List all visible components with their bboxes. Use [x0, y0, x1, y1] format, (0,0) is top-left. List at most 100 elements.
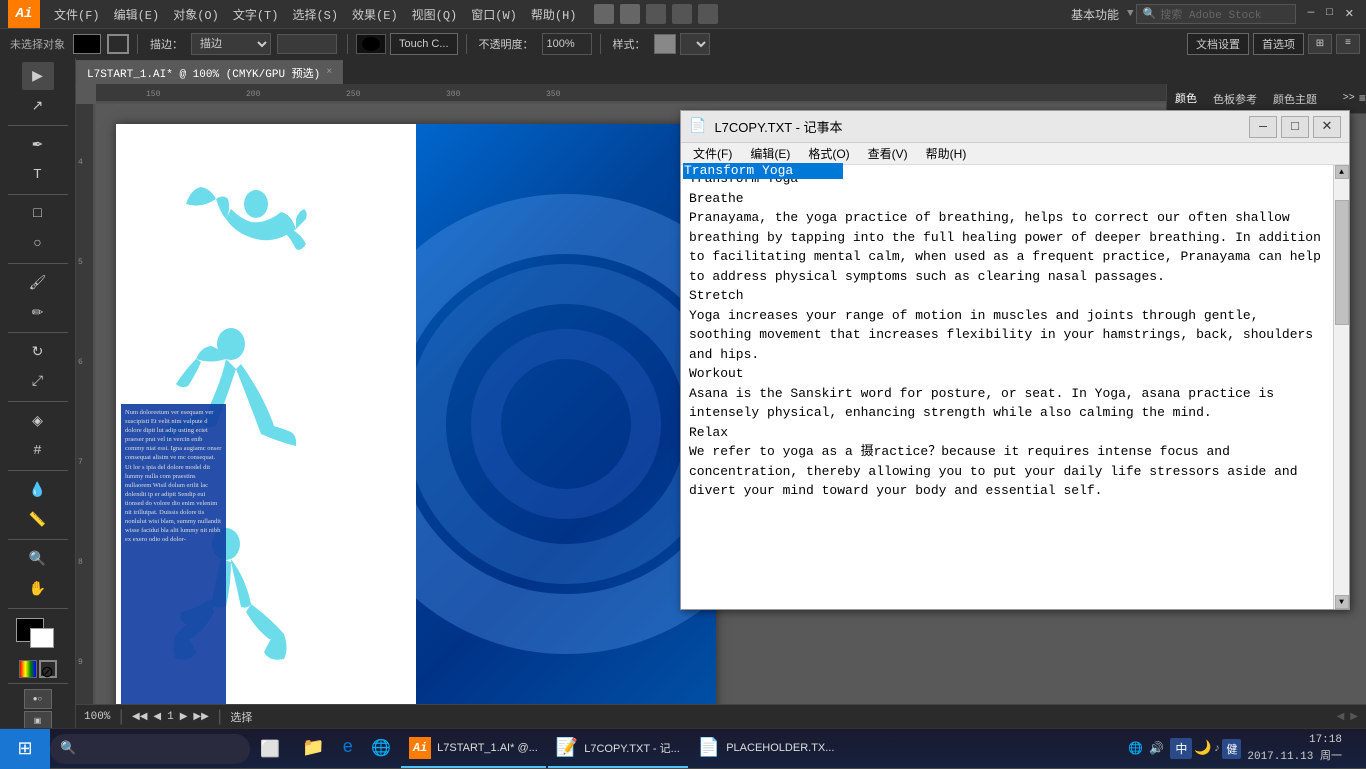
blend-tool[interactable]: ◈ [22, 407, 54, 435]
fill-stroke-toggle[interactable]: ●○ [24, 689, 52, 709]
task-view-btn[interactable]: ⬜ [250, 729, 290, 769]
search-icon: 🔍 [60, 741, 76, 756]
options-btn[interactable]: ≡ [1336, 34, 1360, 54]
opacity-input[interactable]: 100% [542, 33, 592, 55]
menu-file[interactable]: 文件(F) [48, 4, 106, 25]
taskbar-item-browser2[interactable]: 🌐 [363, 730, 399, 768]
close-app-btn[interactable]: ✕ [1341, 5, 1358, 23]
menu-object[interactable]: 对象(O) [167, 4, 225, 25]
menu-view[interactable]: 视图(Q) [406, 4, 464, 25]
taskbar-item-illustrator[interactable]: Ai L7START_1.AI* @... [401, 730, 546, 768]
type-tool[interactable]: T [22, 161, 54, 189]
zoom-tool[interactable]: 🔍 [22, 545, 54, 573]
search-bar[interactable]: 🔍 搜索 Adobe Stock [1136, 4, 1296, 24]
taskbar-search-box[interactable]: 🔍 [50, 734, 250, 764]
style-select[interactable] [680, 33, 710, 55]
illustrator-status-bar: 100% | ◀◀ ◀ 1 ▶ ▶▶ | 选择 ◀ ▶ [76, 704, 1366, 728]
doc-settings-btn[interactable]: 文档设置 [1187, 33, 1249, 55]
notepad-maximize-btn[interactable]: □ [1281, 116, 1309, 138]
clock-date: 2017.11.13 周一 [1247, 749, 1342, 766]
taskbar-item-notepad2[interactable]: 📄 PLACEHOLDER.TX... [690, 730, 843, 768]
mesh-tool[interactable]: # [22, 437, 54, 465]
stroke-preview [277, 34, 337, 54]
artboard-right [416, 124, 716, 738]
np-menu-edit[interactable]: 编辑(E) [742, 143, 798, 164]
notepad1-icon: 📝 [556, 737, 578, 759]
workspace-label[interactable]: 基本功能 [1065, 4, 1125, 25]
menu-select[interactable]: 选择(S) [286, 4, 344, 25]
notepad2-icon: 📄 [698, 737, 720, 759]
minimize-app-btn[interactable]: — [1304, 5, 1319, 23]
clock-display[interactable]: 17:18 2017.11.13 周一 [1247, 732, 1342, 765]
touch-button[interactable]: Touch C... [390, 33, 458, 55]
start-button[interactable]: ⊞ [0, 729, 50, 769]
select-tool[interactable]: ▶ [22, 62, 54, 90]
nav-next-btn[interactable]: ▶▶ [193, 711, 208, 723]
notepad-window-title: L7COPY.TXT - 记事本 [714, 117, 1241, 136]
pen-tool[interactable]: ✒ [22, 131, 54, 159]
paintbrush-tool[interactable]: 🖌 [22, 269, 54, 297]
network-icon[interactable]: 🌐 [1128, 741, 1143, 756]
scale-tool[interactable]: ⤢ [22, 368, 54, 396]
stroke-label: 描边： [146, 34, 187, 54]
menu-window[interactable]: 窗口(W) [465, 4, 523, 25]
doc-tab-main[interactable]: L7START_1.AI* @ 100% (CMYK/GPU 预选) × [76, 60, 343, 84]
ime-chinese-indicator[interactable]: 中 [1170, 738, 1192, 759]
none-btn[interactable]: ⊘ [39, 660, 57, 678]
tab-close-btn[interactable]: × [326, 67, 332, 78]
ellipse-tool[interactable]: ○ [22, 230, 54, 258]
panel-menu-icon[interactable]: ≡ [1359, 92, 1366, 106]
stroke-select[interactable]: 描边 [191, 33, 271, 55]
file-explorer-icon: 📁 [302, 737, 324, 759]
svg-text:9: 9 [78, 658, 83, 667]
color-tab[interactable]: 颜色 [1167, 86, 1205, 112]
taskbar-item-file-explorer[interactable]: 📁 [294, 730, 332, 768]
fill-swatch[interactable] [356, 34, 386, 54]
np-menu-help[interactable]: 帮助(H) [918, 143, 975, 164]
taskbar-item-notepad1[interactable]: 📝 L7COPY.TXT - 记... [548, 730, 688, 768]
measure-tool[interactable]: 📏 [22, 506, 54, 534]
nav-back-btn[interactable]: ◀ [153, 711, 161, 723]
notepad-close-btn[interactable]: ✕ [1313, 116, 1341, 138]
np-menu-view[interactable]: 查看(V) [860, 143, 916, 164]
volume-icon[interactable]: 🔊 [1149, 741, 1164, 756]
menu-edit[interactable]: 编辑(E) [108, 4, 166, 25]
svg-text:200: 200 [246, 90, 261, 99]
eyedropper-tool[interactable]: 💧 [22, 476, 54, 504]
arrange-btn[interactable]: ⊞ [1308, 34, 1332, 54]
np-menu-file[interactable]: 文件(F) [685, 143, 740, 164]
notepad2-label: PLACEHOLDER.TX... [726, 742, 834, 754]
hand-tool[interactable]: ✋ [22, 575, 54, 603]
menu-help[interactable]: 帮助(H) [525, 4, 583, 25]
swatch-tab[interactable]: 色板参考 [1205, 87, 1265, 111]
health-indicator[interactable]: 健 [1222, 739, 1241, 759]
moon-icon: 🌙 [1194, 740, 1211, 757]
fill-color[interactable] [73, 34, 101, 54]
rectangle-tool[interactable]: □ [22, 200, 54, 228]
stroke-color[interactable] [107, 34, 129, 54]
notepad-scrollbar[interactable]: ▲ ▼ [1333, 165, 1349, 609]
no-selection-label: 未选择对象 [6, 34, 69, 54]
nav-fwd-btn[interactable]: ▶ [180, 711, 188, 723]
color-mode-btn[interactable] [19, 660, 37, 678]
menu-text[interactable]: 文字(T) [227, 4, 285, 25]
panel-expand-icon[interactable]: >> [1343, 93, 1355, 104]
theme-tab[interactable]: 颜色主题 [1265, 87, 1325, 111]
maximize-app-btn[interactable]: □ [1322, 5, 1337, 23]
nav-prev-btn[interactable]: ◀◀ [132, 711, 147, 723]
preferences-btn[interactable]: 首选项 [1253, 33, 1304, 55]
notepad1-label: L7COPY.TXT - 记... [584, 740, 680, 756]
panel-icon-4 [672, 4, 692, 24]
taskbar-item-browser[interactable]: e [334, 730, 361, 768]
pencil-tool[interactable]: ✏ [22, 299, 54, 327]
rotate-tool[interactable]: ↻ [22, 338, 54, 366]
show-desktop-btn[interactable] [1348, 729, 1356, 769]
color-swatches[interactable] [16, 618, 60, 654]
direct-select-tool[interactable]: ↗ [22, 92, 54, 120]
notepad-minimize-btn[interactable]: — [1249, 116, 1277, 138]
menu-effect[interactable]: 效果(E) [346, 4, 404, 25]
style-swatch[interactable] [654, 34, 676, 54]
np-menu-format[interactable]: 格式(O) [800, 143, 857, 164]
bg-color[interactable] [30, 628, 54, 648]
notepad-text-area[interactable]: <span class="np-selected">Transform Yoga… [681, 165, 1333, 609]
